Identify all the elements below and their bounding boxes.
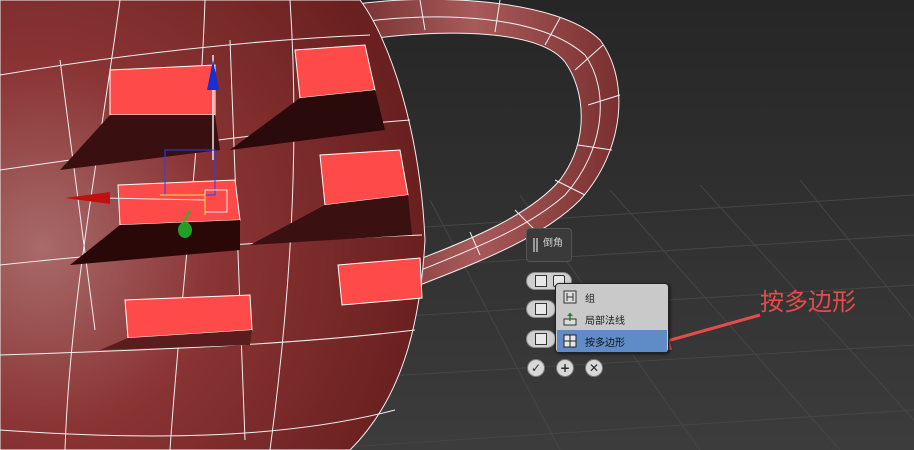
annotation-label: 按多边形: [760, 288, 856, 316]
plus-icon: +: [559, 361, 571, 375]
option-label: 按多边形: [585, 338, 625, 349]
height-field-button[interactable]: [526, 300, 556, 318]
option-by-polygon[interactable]: 按多边形: [557, 330, 667, 352]
cancel-button[interactable]: ✕: [585, 359, 603, 377]
by-polygon-icon: [563, 334, 577, 348]
bevel-caddy-title[interactable]: 倒角: [526, 228, 572, 262]
option-label: 局部法线: [585, 316, 625, 327]
local-normal-icon: [563, 313, 577, 326]
ok-button[interactable]: ✓: [527, 359, 545, 377]
drag-grip-icon[interactable]: [533, 238, 538, 252]
grid-icon: [535, 275, 547, 287]
caddy-title-label: 倒角: [543, 238, 563, 249]
outline-icon: [535, 333, 547, 345]
bevel-type-dropdown[interactable]: 组 局部法线 按多边形: [555, 283, 669, 353]
viewport-3d[interactable]: [0, 0, 914, 450]
height-icon: [535, 303, 547, 315]
checkmark-icon: ✓: [530, 361, 542, 375]
outline-field-button[interactable]: [526, 330, 556, 348]
apply-button[interactable]: +: [556, 359, 574, 377]
close-icon: ✕: [588, 361, 600, 375]
option-group[interactable]: 组: [557, 286, 667, 308]
option-label: 组: [585, 294, 595, 305]
option-local-normal[interactable]: 局部法线: [557, 308, 667, 330]
group-icon: [563, 290, 577, 304]
